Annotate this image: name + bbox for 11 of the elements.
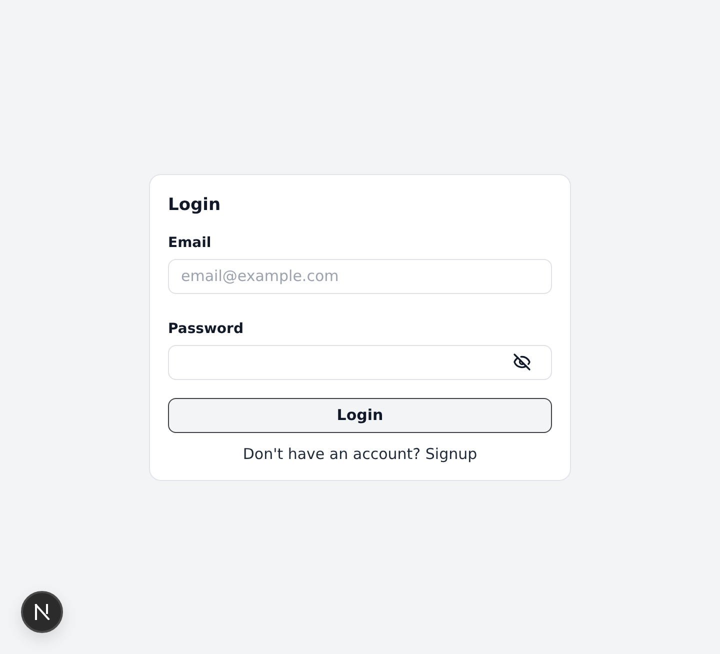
email-field[interactable]: email@example.com	[168, 258, 552, 294]
login-button[interactable]: Login	[168, 398, 552, 432]
field-label: Password	[168, 320, 244, 338]
signup-prompt: Don't have an account? Signup	[242, 444, 478, 464]
dev-tools-button[interactable]	[21, 591, 63, 633]
card-title: Login	[168, 194, 221, 216]
field-label: Email	[168, 234, 212, 252]
logo-icon	[34, 604, 50, 620]
password-field[interactable]	[168, 344, 552, 380]
eye-off-icon[interactable]	[513, 353, 531, 371]
signup-link[interactable]: Signup	[425, 444, 478, 462]
